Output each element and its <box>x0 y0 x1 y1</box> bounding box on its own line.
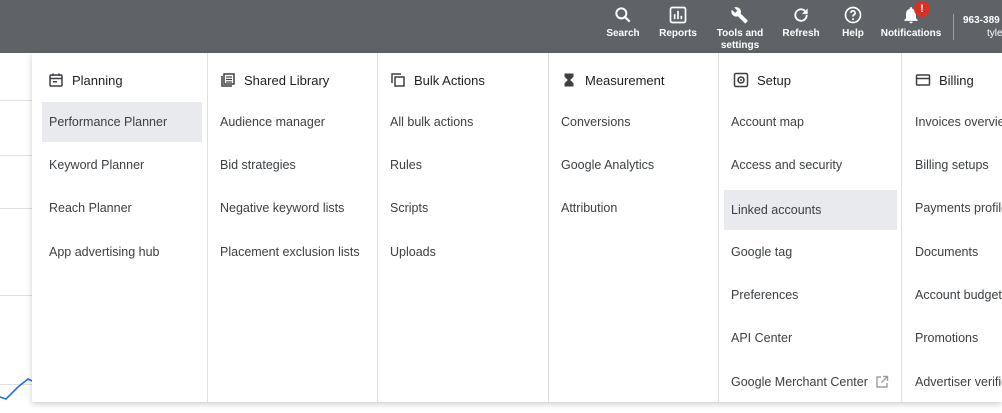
menu-item-audience-manager[interactable]: Audience manager <box>213 102 325 142</box>
external-link-icon <box>876 375 889 388</box>
column-title: Planning <box>72 72 123 88</box>
menu-item-advertiser-verification[interactable]: Advertiser verification <box>908 362 1002 402</box>
background-chart-line <box>0 378 32 400</box>
column-title: Shared Library <box>244 72 330 88</box>
toolbar-divider <box>953 14 954 40</box>
hourglass-icon <box>564 73 574 87</box>
menu-item-app-advertising-hub[interactable]: App advertising hub <box>42 232 160 272</box>
help-icon <box>844 6 862 24</box>
reports-label: Reports <box>659 28 697 39</box>
background-page <box>0 53 33 402</box>
menu-item-bid-strategies[interactable]: Bid strategies <box>213 145 296 185</box>
column-header-measurement: Measurement <box>561 72 664 88</box>
menu-column-shared-library: Shared Library Audience manager Bid stra… <box>207 53 378 402</box>
search-button[interactable]: Search <box>603 5 643 40</box>
column-header-bulk-actions: Bulk Actions <box>390 72 485 88</box>
menu-item-payments-profile[interactable]: Payments profile <box>908 188 1002 228</box>
menu-item-scripts[interactable]: Scripts <box>383 188 428 228</box>
background-divider <box>0 100 32 101</box>
search-label: Search <box>606 28 640 39</box>
tools-label-line1: Tools and <box>716 28 764 39</box>
tools-menu: Planning Performance Planner Keyword Pla… <box>32 53 1002 402</box>
menu-item-google-tag[interactable]: Google tag <box>724 232 792 272</box>
library-icon <box>221 73 235 87</box>
menu-item-performance-planner[interactable]: Performance Planner <box>42 102 202 142</box>
notifications-label: Notifications <box>880 28 942 39</box>
menu-item-preferences[interactable]: Preferences <box>724 275 798 315</box>
help-label: Help <box>842 28 864 39</box>
menu-item-api-center[interactable]: API Center <box>724 318 792 358</box>
menu-item-google-analytics[interactable]: Google Analytics <box>554 145 654 185</box>
background-divider <box>0 295 32 296</box>
notifications-button[interactable]: ! Notifications <box>879 1 943 40</box>
menu-item-google-merchant-center[interactable]: Google Merchant Center <box>724 362 897 402</box>
top-toolbar: Search Reports Tools and settings Refres… <box>0 0 1002 53</box>
menu-column-planning: Planning Performance Planner Keyword Pla… <box>32 53 207 402</box>
reports-icon <box>669 6 687 24</box>
copy-icon <box>391 73 405 87</box>
menu-column-bulk-actions: Bulk Actions All bulk actions Rules Scri… <box>377 53 549 402</box>
gear-box-icon <box>733 72 749 88</box>
column-title: Billing <box>939 72 974 88</box>
column-header-planning: Planning <box>48 72 123 88</box>
menu-item-attribution[interactable]: Attribution <box>554 188 617 228</box>
column-title: Bulk Actions <box>414 72 485 88</box>
menu-item-promotions[interactable]: Promotions <box>908 318 978 358</box>
column-title: Setup <box>757 72 791 88</box>
wrench-icon <box>731 7 748 24</box>
menu-item-invoices-overview[interactable]: Invoices overview <box>908 102 1002 142</box>
refresh-icon <box>794 8 808 22</box>
tools-label-line2: settings <box>720 40 760 51</box>
menu-item-account-map[interactable]: Account map <box>724 102 804 142</box>
column-header-shared-library: Shared Library <box>220 72 329 88</box>
menu-item-keyword-planner[interactable]: Keyword Planner <box>42 145 144 185</box>
tools-and-settings-button[interactable]: Tools and settings <box>713 5 767 52</box>
menu-item-label: Google Merchant Center <box>731 375 868 389</box>
menu-item-linked-accounts[interactable]: Linked accounts <box>724 190 897 230</box>
calendar-icon <box>49 73 63 87</box>
menu-item-negative-keyword-lists[interactable]: Negative keyword lists <box>213 188 344 228</box>
menu-item-documents[interactable]: Documents <box>908 232 978 272</box>
notification-badge: ! <box>914 1 930 17</box>
help-button[interactable]: Help <box>837 5 869 40</box>
menu-item-rules[interactable]: Rules <box>383 145 422 185</box>
menu-column-setup: Setup Account map Access and security Li… <box>718 53 902 402</box>
refresh-button[interactable]: Refresh <box>781 5 821 40</box>
menu-item-access-and-security[interactable]: Access and security <box>724 145 842 185</box>
column-header-setup: Setup <box>733 72 791 88</box>
menu-column-billing: Billing Invoices overview Billing setups… <box>901 53 1002 402</box>
menu-item-billing-setups[interactable]: Billing setups <box>908 145 989 185</box>
menu-item-placement-exclusion-lists[interactable]: Placement exclusion lists <box>213 232 360 272</box>
account-name: tyle <box>987 28 1002 39</box>
menu-item-reach-planner[interactable]: Reach Planner <box>42 188 132 228</box>
background-divider <box>0 208 32 209</box>
card-icon <box>915 74 931 86</box>
account-id: 963-389 <box>963 15 1000 26</box>
background-divider <box>0 155 32 156</box>
column-title: Measurement <box>585 72 665 88</box>
refresh-label: Refresh <box>782 28 820 39</box>
column-header-billing: Billing <box>915 72 974 88</box>
search-icon <box>615 7 631 23</box>
menu-item-account-budgets[interactable]: Account budgets <box>908 275 1002 315</box>
reports-button[interactable]: Reports <box>656 5 700 40</box>
menu-column-measurement: Measurement Conversions Google Analytics… <box>548 53 719 402</box>
menu-item-conversions[interactable]: Conversions <box>554 102 630 142</box>
menu-item-uploads[interactable]: Uploads <box>383 232 436 272</box>
menu-item-all-bulk-actions[interactable]: All bulk actions <box>383 102 473 142</box>
account-switcher[interactable]: 963-389 tyle <box>963 14 1002 40</box>
